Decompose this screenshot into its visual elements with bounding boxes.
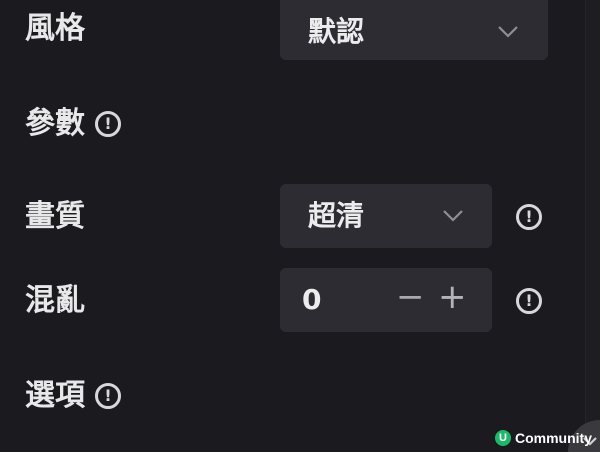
watermark-text: Community [515,430,592,446]
style-select-value: 默認 [308,15,365,48]
chaos-label: 混亂 [25,283,85,318]
chaos-increment-button[interactable]: + [438,280,467,314]
watermark: U Community [495,430,592,446]
chevron-down-icon [443,210,463,222]
style-select[interactable]: 默認 [280,0,548,60]
community-logo-icon: U [495,430,511,446]
chaos-stepper[interactable]: 0 − + [280,268,492,332]
quality-select-value: 超清 [308,199,365,232]
info-circle-icon[interactable]: ! [95,111,121,137]
chaos-info-icon[interactable]: ! [516,288,542,314]
settings-panel: 風格 默認 參數 ! 畫質 超清 ! 混亂 0 − + ! 選項 ! U Com… [0,0,600,452]
chaos-value[interactable]: 0 [302,286,321,314]
chaos-decrement-button[interactable]: − [396,280,425,314]
info-circle-icon[interactable]: ! [95,383,121,409]
quality-label: 畫質 [25,199,85,234]
options-label: 選項 ! [25,381,121,411]
quality-info-icon[interactable]: ! [516,204,542,230]
params-label: 參數 ! [25,109,121,139]
scrollbar-track[interactable] [585,0,600,452]
style-label: 風格 [25,11,85,46]
quality-select[interactable]: 超清 [280,184,492,248]
chevron-down-icon [498,26,518,38]
